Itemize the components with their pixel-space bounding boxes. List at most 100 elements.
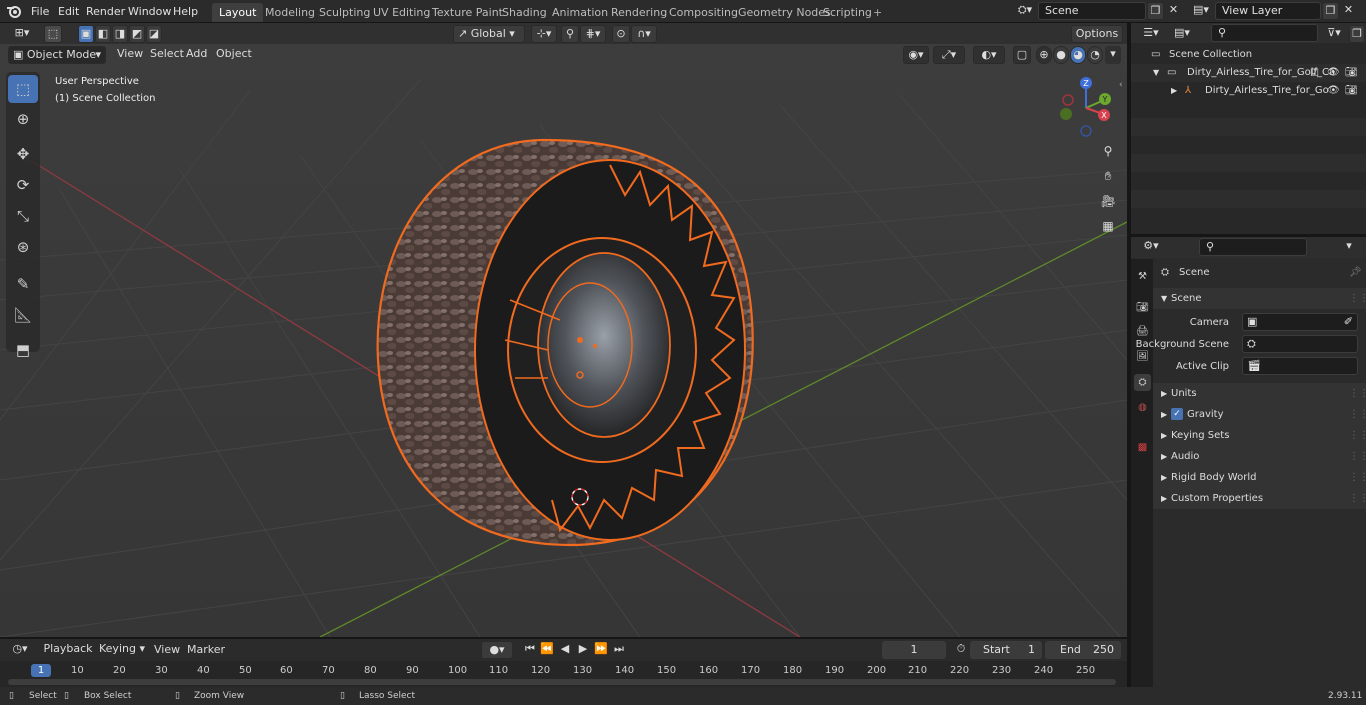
panel-keying-sets[interactable]: ▶ Keying Sets ⋮⋮ — [1153, 425, 1366, 446]
pin-icon[interactable]: 📌︎ — [1349, 262, 1362, 283]
pan-view-icon[interactable]: ✋︎ — [1096, 165, 1120, 187]
eyedropper-icon[interactable]: ✐ — [1344, 314, 1353, 330]
pivot-point-icon[interactable]: ⊹▾ — [531, 25, 557, 43]
area-divider[interactable] — [0, 637, 1127, 639]
drag-handle-icon[interactable]: ⋮⋮ — [1349, 446, 1366, 467]
view-layer-icon[interactable]: ▤▾ — [1188, 2, 1214, 20]
drag-handle-icon[interactable]: ⋮⋮ — [1349, 288, 1366, 309]
record-keyframe-icon[interactable]: ●▾ — [481, 641, 513, 659]
menu-object[interactable]: Object — [212, 46, 256, 62]
visibility-icon[interactable]: ◉▾ — [903, 46, 929, 64]
eye-icon[interactable]: 👁︎ — [1327, 64, 1340, 82]
timeline-editor-icon[interactable]: ◷▾ — [6, 641, 34, 659]
mode-dropdown[interactable]: ▣ Object Mode ▾ — [8, 46, 108, 64]
snap-toggle-icon[interactable]: ⚲ — [561, 25, 579, 43]
scene-tab-icon[interactable]: ⛭ — [1134, 374, 1151, 391]
scale-tool-icon[interactable]: ⤡ — [8, 202, 38, 230]
area-divider[interactable] — [1131, 234, 1366, 237]
jump-keyframe-back-icon[interactable]: ⏪ — [539, 641, 555, 659]
outliner-search-input[interactable]: ⚲ — [1211, 24, 1318, 42]
tool-tab-icon[interactable]: ⚒ — [1134, 268, 1151, 285]
new-collection-icon[interactable]: ❐ — [1349, 25, 1365, 43]
outliner-row-scene-collection[interactable]: ▭ Scene Collection — [1131, 46, 1366, 64]
jump-start-icon[interactable]: ⏮ — [522, 641, 538, 659]
scene-name-field[interactable]: Scene — [1038, 2, 1146, 20]
timeline-view-menu[interactable]: View — [150, 642, 184, 658]
properties-options-icon[interactable]: ▾ — [1340, 238, 1358, 256]
camera-render-icon[interactable]: 📷︎ — [1345, 82, 1358, 100]
menu-edit[interactable]: Edit — [53, 3, 84, 20]
gravity-checkbox[interactable]: ✓ — [1171, 408, 1183, 420]
zoom-view-icon[interactable]: ⚲ — [1096, 140, 1120, 162]
xray-toggle-icon[interactable]: ▢ — [1013, 46, 1031, 64]
keying-dropdown[interactable]: Keying ▾ — [98, 641, 146, 659]
panel-custom-properties[interactable]: ▶ Custom Properties ⋮⋮ — [1153, 488, 1366, 509]
3d-viewport[interactable]: Z Y X ▣ Object Mode ▾ View Select Add Ob… — [0, 44, 1127, 637]
transform-orientation-dropdown[interactable]: ↗ Global ▾ — [453, 25, 525, 43]
delete-view-layer-icon[interactable]: ✕ — [1340, 2, 1357, 20]
timeline-marker-menu[interactable]: Marker — [183, 642, 229, 658]
panel-rigid-body-world[interactable]: ▶ Rigid Body World ⋮⋮ — [1153, 467, 1366, 488]
end-frame-field[interactable]: End 250 — [1045, 641, 1121, 659]
expand-arrow-icon[interactable]: ▶ — [1171, 82, 1177, 100]
material-shading-icon[interactable]: ◕ — [1070, 46, 1086, 64]
texture-tab-icon[interactable]: ▩ — [1134, 439, 1151, 456]
filter-icon[interactable]: ⊽▾ — [1321, 25, 1347, 43]
add-cube-tool-icon[interactable]: ⬒ — [8, 336, 38, 364]
solid-shading-icon[interactable]: ● — [1053, 46, 1069, 64]
scene-selector-icon[interactable]: ⛭▾ — [1012, 2, 1038, 20]
falloff-icon[interactable]: ∩▾ — [631, 25, 657, 43]
timeline-scrollbar[interactable] — [8, 679, 1116, 685]
background-scene-field[interactable]: ⛭ — [1242, 335, 1358, 353]
panel-scene-header[interactable]: ▼ Scene ⋮⋮ — [1153, 288, 1366, 309]
tab-layout[interactable]: Layout — [212, 3, 264, 22]
outliner-row-collection[interactable]: ▼ ▭ Dirty_Airless_Tire_for_Golf_Ca ☑ 👁︎ … — [1131, 64, 1366, 82]
expand-arrow-icon[interactable]: ▼ — [1153, 64, 1159, 82]
playhead[interactable]: 1 — [31, 664, 51, 677]
outliner-row-object[interactable]: ▶ ⅄ Dirty_Airless_Tire_for_Go 👁︎ 📷︎ — [1131, 82, 1366, 100]
measure-tool-icon[interactable]: 📐︎ — [8, 301, 38, 329]
transform-tool-icon[interactable]: ⊛ — [8, 233, 38, 261]
menu-help[interactable]: Help — [168, 3, 203, 20]
area-divider[interactable] — [1127, 23, 1131, 687]
playback-dropdown[interactable]: Playback ▾ — [40, 641, 96, 671]
new-view-layer-icon[interactable]: ❐ — [1322, 2, 1339, 20]
view-layer-field[interactable]: View Layer — [1215, 2, 1321, 20]
start-frame-field[interactable]: Start 1 — [970, 641, 1042, 659]
annotate-tool-icon[interactable]: ✎ — [8, 270, 38, 298]
menu-add[interactable]: Add — [182, 46, 211, 62]
select-mode-invert-icon[interactable]: ◩ — [129, 25, 145, 43]
wireframe-shading-icon[interactable]: ⊕ — [1036, 46, 1052, 64]
proportional-edit-icon[interactable]: ⊙ — [612, 25, 630, 43]
camera-render-icon[interactable]: 📷︎ — [1345, 64, 1358, 82]
new-scene-icon[interactable]: ❐ — [1147, 2, 1164, 20]
ortho-toggle-icon[interactable]: ▦ — [1096, 215, 1120, 237]
select-mode-subtract-icon[interactable]: ◨ — [112, 25, 128, 43]
gizmo-toggle-icon[interactable]: ⤢▾ — [933, 46, 965, 64]
panel-units[interactable]: ▶ Units ⋮⋮ — [1153, 383, 1366, 404]
active-clip-field[interactable]: 🎬︎ — [1242, 357, 1358, 375]
render-tab-icon[interactable]: 📷︎ — [1134, 299, 1151, 316]
properties-editor[interactable]: ⚙▾ ⚲ ▾ ⚒ 📷︎ 🖨︎ 🖼︎ ⛭ ◍ ▩ ⛭ Scene 📌︎ ▼ Sce… — [1131, 237, 1366, 687]
tire-model[interactable] — [376, 138, 754, 547]
select-mode-extend-icon[interactable]: ◧ — [95, 25, 111, 43]
properties-search-input[interactable]: ⚲ — [1199, 238, 1307, 256]
shading-options-icon[interactable]: ▾ — [1105, 46, 1121, 64]
camera-field[interactable]: ▣ ✐ — [1242, 313, 1358, 331]
drag-handle-icon[interactable]: ⋮⋮ — [1349, 488, 1366, 509]
jump-keyframe-forward-icon[interactable]: ⏩ — [593, 641, 609, 659]
options-dropdown[interactable]: Options ▾ — [1071, 25, 1123, 56]
world-tab-icon[interactable]: ◍ — [1134, 399, 1151, 416]
drag-handle-icon[interactable]: ⋮⋮ — [1349, 467, 1366, 488]
play-reverse-icon[interactable]: ◀ — [557, 641, 573, 659]
overlay-toggle-icon[interactable]: ◐▾ — [973, 46, 1005, 64]
select-mode-new-icon[interactable]: ▣ — [78, 25, 94, 43]
outliner-editor-icon[interactable]: ☰▾ — [1138, 25, 1164, 43]
outliner[interactable]: ☰▾ ▤▾ ⚲ ⊽▾ ❐ ▭ Scene Collection ▼ ▭ Dirt… — [1131, 23, 1366, 234]
move-tool-icon[interactable]: ✥ — [8, 140, 38, 168]
drag-handle-icon[interactable]: ⋮⋮ — [1349, 404, 1366, 425]
drag-handle-icon[interactable]: ⋮⋮ — [1349, 425, 1366, 446]
eye-icon[interactable]: 👁︎ — [1327, 82, 1340, 100]
sidebar-toggle-icon[interactable]: ‹ — [1119, 80, 1123, 90]
camera-view-icon[interactable]: 🎥︎ — [1096, 190, 1120, 212]
